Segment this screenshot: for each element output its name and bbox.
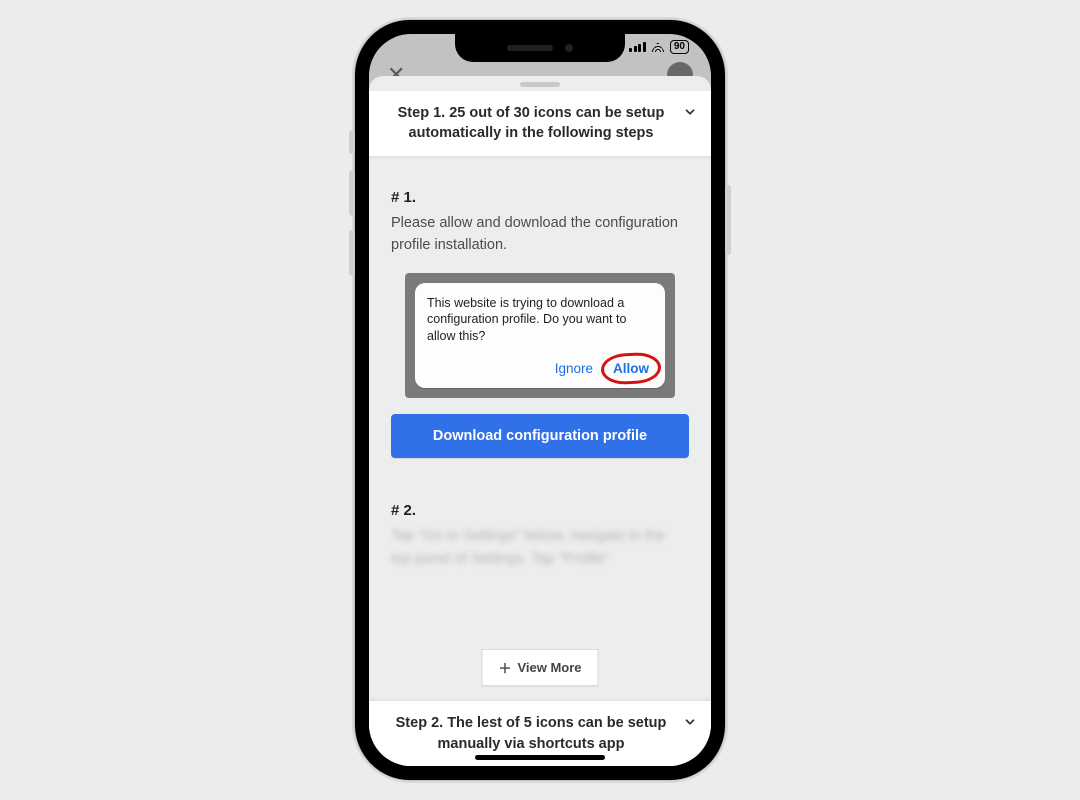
battery-indicator: 90 — [670, 40, 689, 54]
section-2-text: Tap "Go to Settings" below, navigate to … — [391, 525, 689, 570]
volume-up[interactable] — [349, 170, 355, 216]
plus-icon: ＋ — [498, 658, 511, 677]
chevron-down-icon — [683, 105, 697, 119]
section-1-text: Please allow and download the configurat… — [391, 212, 689, 257]
step-1-content: # 1. Please allow and download the confi… — [369, 157, 711, 571]
example-allow-link: Allow — [609, 359, 653, 378]
phone-notch — [455, 34, 625, 62]
accordion-step-1-title: Step 1. 25 out of 30 icons can be setup … — [398, 105, 665, 141]
highlight-ring — [600, 352, 662, 386]
view-more-label: View More — [517, 660, 581, 675]
sheet-grabber[interactable] — [520, 82, 560, 87]
accordion-step-2-title: Step 2. The lest of 5 icons can be setup… — [396, 715, 667, 751]
example-dialog: This website is trying to download a con… — [415, 283, 665, 389]
example-dialog-text: This website is trying to download a con… — [427, 295, 653, 346]
view-more-button[interactable]: ＋ View More — [481, 649, 598, 686]
power-button[interactable] — [725, 185, 731, 255]
mute-switch[interactable] — [349, 130, 355, 154]
section-1-number: # 1. — [391, 189, 689, 206]
wifi-icon — [651, 42, 665, 52]
phone-screen: 90 ✕ Step 1. 25 out of 30 icons can be s… — [369, 34, 711, 766]
setup-sheet: Step 1. 25 out of 30 icons can be setup … — [369, 76, 711, 766]
accordion-step-1[interactable]: Step 1. 25 out of 30 icons can be setup … — [369, 91, 711, 157]
home-indicator[interactable] — [475, 755, 605, 760]
cellular-signal-icon — [629, 42, 646, 52]
download-profile-button[interactable]: Download configuration profile — [391, 414, 689, 458]
section-2-number: # 2. — [391, 502, 689, 519]
status-bar: 90 — [629, 40, 689, 54]
chevron-down-icon — [683, 715, 697, 729]
phone-frame: 90 ✕ Step 1. 25 out of 30 icons can be s… — [355, 20, 725, 780]
example-screenshot: This website is trying to download a con… — [405, 273, 675, 399]
example-ignore-link: Ignore — [555, 361, 593, 376]
volume-down[interactable] — [349, 230, 355, 276]
